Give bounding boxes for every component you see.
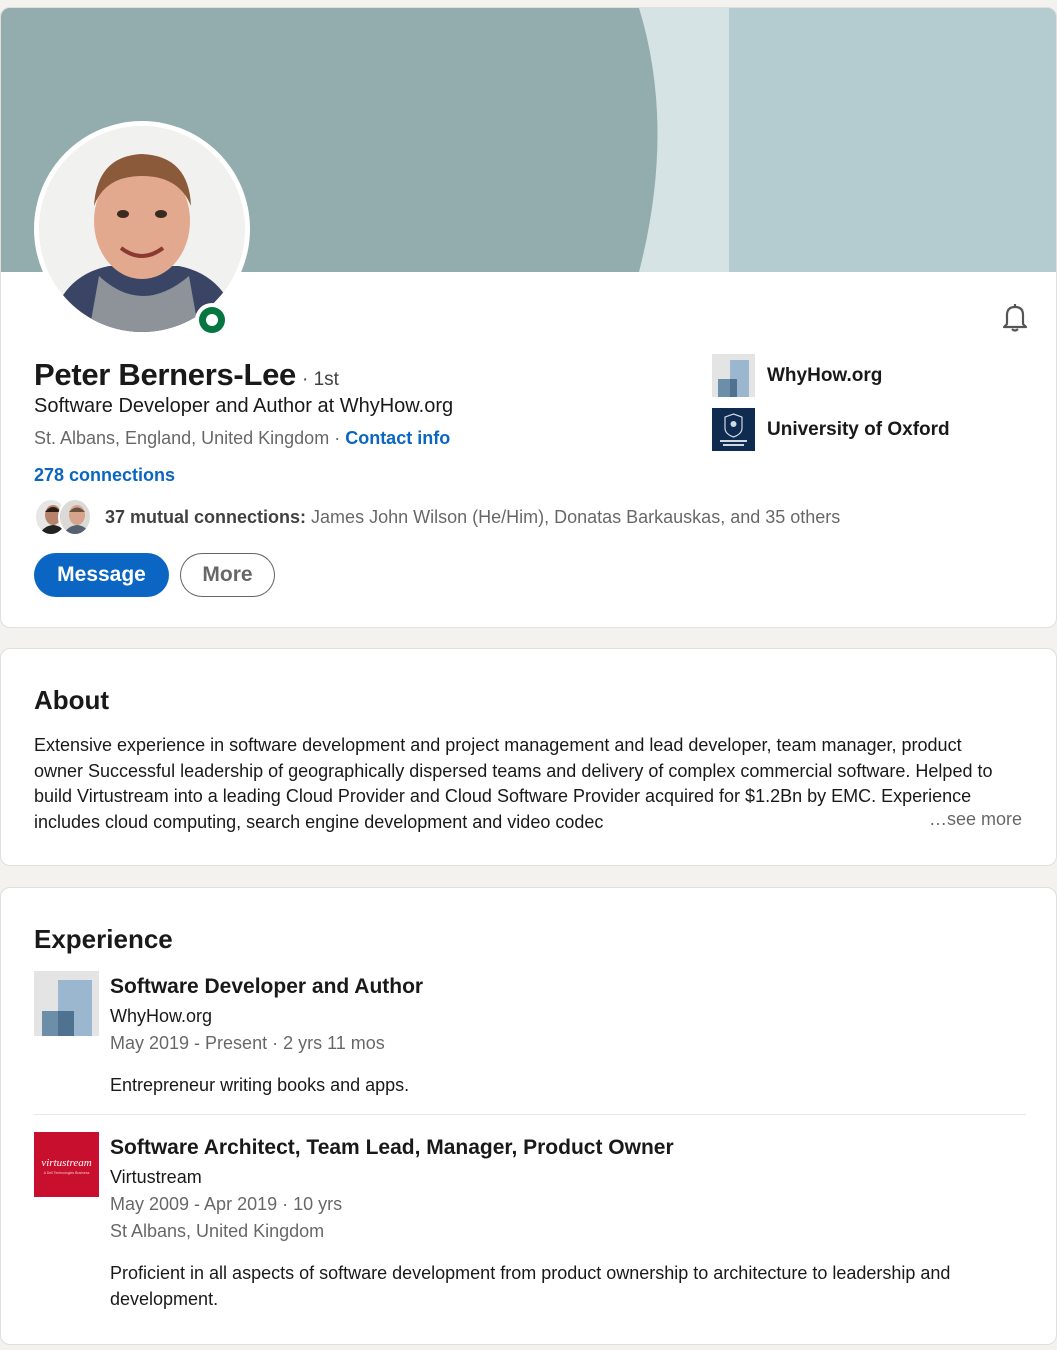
mutual-avatar [58, 498, 92, 536]
mutual-avatars [34, 498, 92, 536]
education-label: University of Oxford [767, 418, 950, 440]
profile-actions: Message More [34, 553, 275, 597]
profile-name: Peter Berners-Lee [34, 357, 296, 392]
current-company-label: WhyHow.org [767, 364, 883, 386]
experience-company[interactable]: WhyHow.org [110, 1003, 1020, 1030]
profile-top-card: Peter Berners-Lee · 1st Software Develop… [0, 7, 1057, 628]
experience-section: Experience Software Developer and Author… [0, 887, 1057, 1345]
online-status-icon [195, 303, 229, 337]
svg-text:virtustream: virtustream [41, 1157, 91, 1169]
experience-title-text: Software Architect, Team Lead, Manager, … [110, 1136, 674, 1159]
mutual-connections[interactable]: 37 mutual connections: James John Wilson… [34, 498, 840, 536]
about-title: About [34, 685, 110, 715]
education-link[interactable]: University of Oxford [712, 408, 950, 451]
whyhow-logo-icon[interactable] [34, 971, 99, 1036]
experience-location: St Albans, United Kingdom [110, 1221, 325, 1241]
connections-link[interactable]: 278 connections [34, 465, 175, 486]
experience-company[interactable]: Virtustream [110, 1164, 1020, 1191]
experience-title: Experience [34, 924, 173, 954]
experience-title-text: Software Developer and Author [110, 975, 424, 998]
about-text: Extensive experience in software develop… [34, 735, 993, 832]
mutual-count: 37 mutual connections: [105, 506, 307, 527]
experience-description: Proficient in all aspects of software de… [110, 1263, 951, 1309]
experience-dates: May 2009 - Apr 2019 · 10 yrs [110, 1194, 343, 1214]
about-section: About Extensive experience in software d… [0, 648, 1057, 866]
experience-details: Software Developer and Author WhyHow.org… [110, 971, 1020, 1099]
svg-text:A Dell Technologies Business: A Dell Technologies Business [44, 1171, 90, 1175]
oxford-crest-logo-icon [712, 408, 755, 451]
message-button[interactable]: Message [34, 553, 169, 597]
whyhow-logo-icon [712, 354, 755, 397]
location-row: St. Albans, England, United Kingdom · Co… [34, 428, 450, 449]
contact-info-link[interactable]: Contact info [345, 428, 450, 448]
more-button[interactable]: More [180, 553, 275, 597]
name-row: Peter Berners-Lee · 1st [34, 357, 339, 393]
current-company-link[interactable]: WhyHow.org [712, 354, 882, 397]
profile-headline: Software Developer and Author at WhyHow.… [34, 395, 454, 417]
experience-dates: May 2019 - Present · 2 yrs 11 mos [110, 1033, 385, 1053]
profile-location: St. Albans, England, United Kingdom [34, 428, 330, 448]
notification-bell-icon[interactable] [998, 300, 1032, 334]
see-more-link[interactable]: …see more [929, 809, 1023, 830]
location-separator: · [329, 428, 346, 448]
virtustream-logo-icon[interactable]: virtustream A Dell Technologies Business [34, 1132, 99, 1197]
mutual-names: James John Wilson (He/Him), Donatas Bark… [306, 506, 841, 527]
experience-description: Entrepreneur writing books and apps. [110, 1075, 410, 1095]
mutual-connections-text: 37 mutual connections: James John Wilson… [105, 507, 840, 528]
divider [34, 1114, 1026, 1115]
profile-photo-image [39, 126, 245, 332]
experience-details: Software Architect, Team Lead, Manager, … [110, 1132, 1020, 1312]
connection-degree: · 1st [301, 369, 339, 390]
